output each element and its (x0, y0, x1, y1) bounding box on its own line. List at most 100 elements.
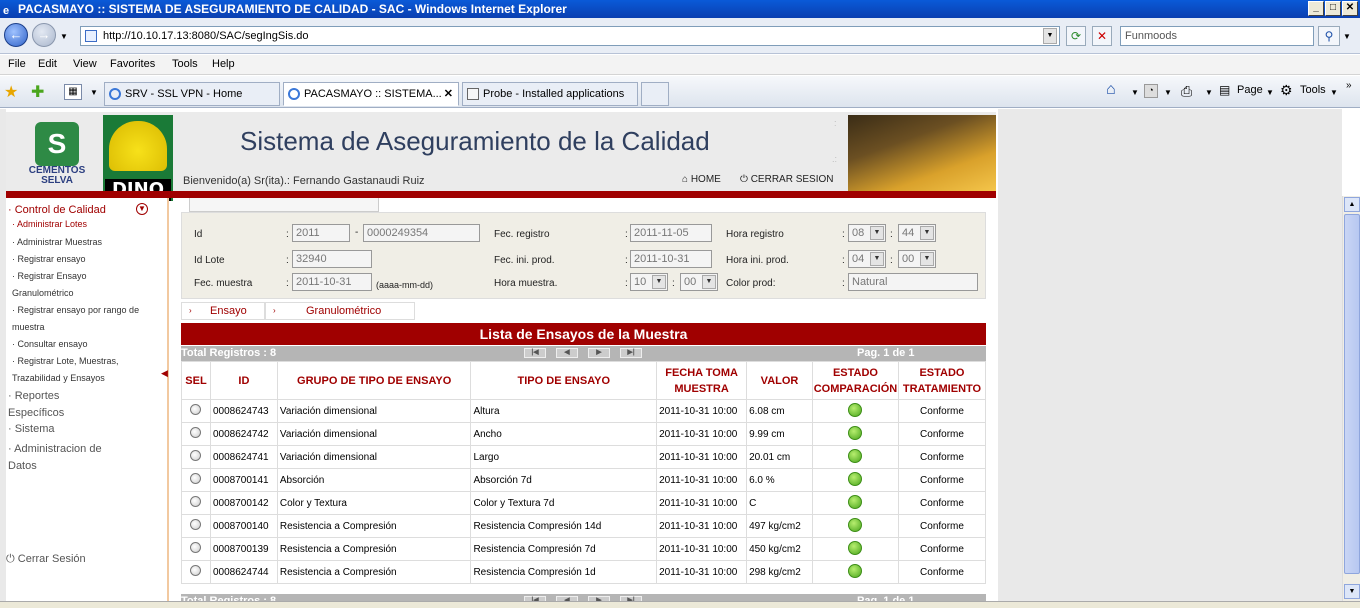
table-row[interactable]: 0008624744 Resistencia a Compresión Resist… (181, 560, 987, 584)
table-row[interactable]: 0008700141 Absorción Absorción 7d 2011-10-3… (181, 468, 987, 492)
cerrar-sesion-link[interactable]: ⏻ Cerrar Sesión (6, 553, 86, 566)
row-radio[interactable] (190, 427, 202, 438)
table-row[interactable]: 0008700142 Color y Textura Color y Textura… (181, 491, 987, 515)
minimize-button[interactable]: _ (1308, 1, 1324, 16)
first-page-button[interactable]: |◀ (524, 348, 546, 358)
menu-tools[interactable]: Tools (172, 58, 198, 70)
row-radio[interactable] (190, 496, 202, 507)
hora-muestra-minute-select[interactable]: 00 ▼ (680, 273, 718, 291)
subtab-granulometrico[interactable]: › Granulométrico (265, 302, 415, 320)
row-radio[interactable] (190, 519, 202, 530)
table-row[interactable]: 0008624742 Variación dimensional Ancho 2011… (181, 422, 987, 446)
search-input[interactable]: Funmoods (1120, 26, 1314, 46)
sidebar-item-registrar-lote[interactable]: · Registrar Lote, Muestras, Trazabilidad… (12, 353, 130, 387)
fec-muestra-field[interactable]: 2011-10-31 (292, 273, 372, 291)
sidebar-sistema[interactable]: · Sistema (8, 423, 54, 435)
feeds-dropdown-icon[interactable]: ▼ (1164, 88, 1172, 97)
next-page-button[interactable]: ▶ (588, 348, 610, 358)
hora-registro-hour-select[interactable]: 08 ▼ (848, 224, 886, 242)
close-window-button[interactable]: ✕ (1342, 1, 1358, 16)
sidebar-reportes[interactable]: · Reportes Específicos (8, 388, 108, 422)
print-dropdown-icon[interactable]: ▼ (1205, 88, 1213, 97)
scroll-up-icon[interactable]: ▲ (1344, 197, 1360, 212)
subtab-ensayo[interactable]: › Ensayo (181, 302, 265, 320)
scroll-down-icon[interactable]: ▼ (1344, 584, 1360, 599)
search-options-icon[interactable]: ▼ (1343, 32, 1351, 41)
quick-tabs-icon[interactable]: ▦ (64, 84, 82, 100)
back-button[interactable]: ← (4, 23, 28, 47)
sidebar-item-label: Registrar Ensayo Granulométrico (12, 271, 87, 298)
menu-view[interactable]: View (73, 58, 97, 70)
table-row[interactable]: 0008624741 Variación dimensional Largo 2011… (181, 445, 987, 469)
logout-link[interactable]: ⏻ CERRAR SESION (740, 174, 834, 185)
row-radio[interactable] (190, 450, 202, 461)
id-year-field[interactable]: 2011 (292, 224, 350, 242)
ie-tab-icon (109, 88, 121, 100)
color-prod-field[interactable]: Natural (848, 273, 978, 291)
prev-page-button[interactable]: ◀ (556, 348, 578, 358)
hora-muestra-hour-select[interactable]: 10 ▼ (630, 273, 668, 291)
id-lote-field[interactable]: 32940 (292, 250, 372, 268)
id-number-field[interactable]: 0000249354 (363, 224, 480, 242)
sidebar-item-administrar-lotes[interactable]: · Administrar Lotes (12, 216, 87, 233)
search-icon[interactable]: ⚲ (1318, 26, 1340, 46)
tools-menu[interactable]: Tools (1300, 84, 1326, 96)
gear-icon[interactable]: ⚙ (1280, 82, 1293, 99)
fec-ini-prod-field[interactable]: 2011-10-31 (630, 250, 712, 268)
table-row[interactable]: 0008700139 Resistencia a Compresión Resist… (181, 537, 987, 561)
menu-favorites[interactable]: Favorites (110, 58, 155, 70)
address-field[interactable]: http://10.10.17.13:8080/SAC/segIngSis.do… (80, 26, 1060, 46)
menu-help[interactable]: Help (212, 58, 235, 70)
collapse-menu-icon[interactable]: ▼ (136, 203, 148, 215)
refresh-button[interactable]: ⟳ (1066, 26, 1086, 46)
tab-pacasmayo[interactable]: PACASMAYO :: SISTEMA... ✕ (283, 82, 459, 106)
home-icon[interactable]: ⌂ (1106, 81, 1116, 99)
maximize-button[interactable]: □ (1325, 1, 1341, 16)
stop-button[interactable]: ✕ (1092, 26, 1112, 46)
history-dropdown-icon[interactable]: ▼ (60, 32, 68, 41)
sidebar-control-calidad[interactable]: · Control de Calidad (8, 204, 106, 216)
close-tab-icon[interactable]: ✕ (444, 83, 453, 105)
tab-probe[interactable]: Probe - Installed applications (462, 82, 638, 106)
sidebar-item-administrar-muestras[interactable]: · Administrar Muestras (12, 234, 102, 251)
home-dropdown-icon[interactable]: ▼ (1131, 88, 1139, 97)
page-dropdown-icon[interactable]: ▼ (1266, 88, 1274, 97)
add-favorite-icon[interactable]: ✚ (31, 82, 44, 102)
table-row[interactable]: 0008624743 Variación dimensional Altura 201… (181, 399, 987, 423)
last-page-button[interactable]: ▶| (620, 348, 642, 358)
tab-label: PACASMAYO :: SISTEMA... (304, 88, 442, 100)
home-link[interactable]: ⌂ HOME (682, 174, 721, 185)
scrollbar-thumb[interactable] (1344, 214, 1360, 574)
new-tab-button[interactable] (641, 82, 669, 106)
row-radio[interactable] (190, 404, 202, 415)
hora-registro-minute-select[interactable]: 44 ▼ (898, 224, 936, 242)
url-dropdown-icon[interactable]: ▼ (1043, 28, 1057, 44)
hora-ini-minute-select[interactable]: 00 ▼ (898, 250, 936, 268)
tab-list-dropdown-icon[interactable]: ▼ (90, 88, 98, 97)
chevron-right-icon[interactable]: » (1346, 80, 1352, 91)
sidebar-administracion[interactable]: · Administracion de Datos (8, 441, 128, 475)
row-radio[interactable] (190, 565, 202, 576)
sidebar-item-registrar-granulometrico[interactable]: · Registrar Ensayo Granulométrico (12, 268, 130, 302)
print-icon[interactable]: ⎙ (1181, 83, 1192, 100)
page-menu-icon[interactable]: ▤ (1219, 83, 1230, 97)
sidebar-item-registrar-ensayo[interactable]: · Registrar ensayo (12, 251, 86, 268)
sidebar-item-consultar-ensayo[interactable]: · Consultar ensayo (12, 336, 88, 353)
forward-button[interactable]: → (32, 23, 56, 47)
table-row[interactable]: 0008700140 Resistencia a Compresión Resist… (181, 514, 987, 538)
row-radio[interactable] (190, 542, 202, 553)
menu-edit[interactable]: Edit (38, 58, 57, 70)
favorites-star-icon[interactable]: ★ (4, 82, 18, 102)
hide-sidebar-icon[interactable]: ◀ (161, 368, 168, 379)
menu-file[interactable]: File (8, 58, 26, 70)
feeds-icon[interactable]: ◔ (1144, 84, 1158, 98)
page-menu[interactable]: Page (1237, 84, 1263, 96)
vertical-scrollbar[interactable]: ▲ ▼ (1342, 196, 1360, 601)
sidebar-item-registrar-rango[interactable]: · Registrar ensayo por rango de muestra (12, 302, 142, 336)
row-radio[interactable] (190, 473, 202, 484)
tab-srv-vpn[interactable]: SRV - SSL VPN - Home (104, 82, 280, 106)
cell-id: 0008624741 (209, 445, 278, 469)
fec-registro-field[interactable]: 2011-11-05 (630, 224, 712, 242)
hora-ini-hour-select[interactable]: 04 ▼ (848, 250, 886, 268)
tools-dropdown-icon[interactable]: ▼ (1330, 88, 1338, 97)
